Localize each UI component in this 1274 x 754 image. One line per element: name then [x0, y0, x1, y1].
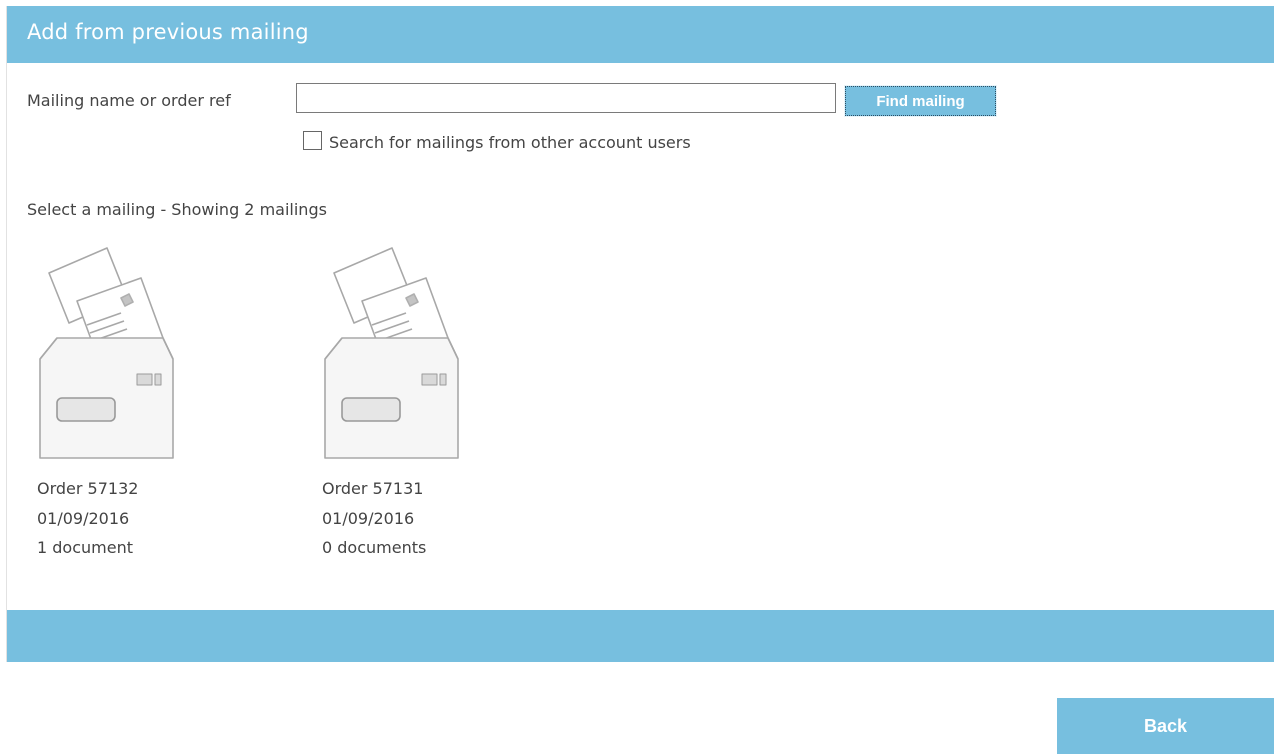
back-button[interactable]: Back	[1057, 698, 1274, 754]
mailing-tile[interactable]: Order 57132 01/09/2016 1 document	[35, 246, 205, 566]
mailing-tile[interactable]: Order 57131 01/09/2016 0 documents	[320, 246, 490, 566]
results-heading: Select a mailing - Showing 2 mailings	[27, 200, 327, 219]
envelope-with-letters-icon	[39, 247, 174, 459]
search-input[interactable]	[296, 83, 836, 113]
panel-header: Add from previous mailing	[7, 6, 1274, 63]
find-mailing-button[interactable]: Find mailing	[844, 85, 997, 117]
other-users-checkbox[interactable]	[303, 131, 322, 150]
mailing-document-count: 1 document	[37, 538, 133, 557]
other-users-checkbox-label[interactable]: Search for mailings from other account u…	[329, 133, 691, 152]
mailing-name: Order 57132	[37, 479, 139, 498]
mailing-panel: Add from previous mailing Mailing name o…	[6, 6, 1274, 662]
mailing-document-count: 0 documents	[322, 538, 427, 557]
envelope-with-letters-icon	[324, 247, 459, 459]
search-label: Mailing name or order ref	[27, 91, 231, 110]
panel-footer	[7, 610, 1274, 662]
page-title: Add from previous mailing	[27, 20, 309, 44]
mailing-name: Order 57131	[322, 479, 424, 498]
mailing-date: 01/09/2016	[37, 509, 130, 528]
mailing-date: 01/09/2016	[322, 509, 415, 528]
